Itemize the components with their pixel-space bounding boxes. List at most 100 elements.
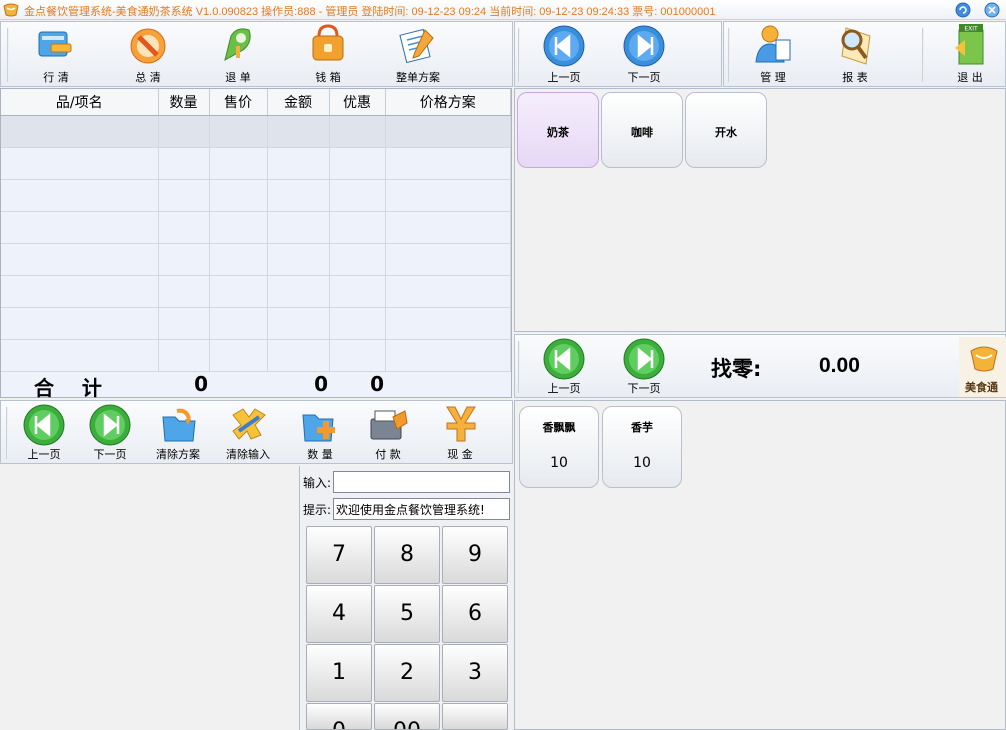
totals-quantity: 0 <box>194 372 208 396</box>
totals-amount: 0 <box>314 372 328 396</box>
table-row[interactable] <box>1 211 511 244</box>
admin-toolbar: 管 理 报 表 EXIT 退 出 <box>723 21 1006 87</box>
category-prev-page-label: 上一页 <box>547 71 581 84</box>
table-row[interactable] <box>1 243 511 276</box>
keypad-key-6[interactable]: 6 <box>442 585 508 643</box>
product-tile[interactable]: 香芋 10 <box>602 406 682 488</box>
keypad-key-5[interactable]: 5 <box>374 585 440 643</box>
manage-button[interactable]: 管 理 <box>738 22 808 86</box>
table-row[interactable] <box>1 307 511 340</box>
page-toolbar: 上一页 下一页 <box>514 21 722 87</box>
category-tile-hot-water[interactable]: 开水 <box>685 92 767 168</box>
main-toolbar: 行 清 总 清 退 单 钱 箱 整单方案 <box>0 21 513 87</box>
table-row[interactable] <box>1 115 511 148</box>
clear-row-label: 行 清 <box>43 71 69 84</box>
quantity-label: 数 量 <box>307 448 333 461</box>
clear-input-button[interactable]: 清除输入 <box>213 401 283 463</box>
refund-button[interactable]: 退 单 <box>203 22 273 86</box>
quantity-button[interactable]: 数 量 <box>285 401 355 463</box>
notes-area <box>0 466 300 730</box>
product-tile[interactable]: 香飘飘 10 <box>519 406 599 488</box>
input-panel: 输入: 提示: 欢迎使用金点餐饮管理系统! 7 8 9 4 5 6 1 2 3 … <box>301 466 513 730</box>
cash-button[interactable]: 现 金 <box>425 401 495 463</box>
clear-input-label: 清除输入 <box>226 448 270 461</box>
toolbar-separator <box>518 28 520 82</box>
hint-field: 欢迎使用金点餐饮管理系统! <box>333 498 510 520</box>
report-magnifier-icon <box>841 27 871 65</box>
totals-row: 合 计 0 0 0 <box>0 370 512 400</box>
table-row[interactable] <box>1 275 511 308</box>
category-prev-page-button[interactable]: 上一页 <box>529 22 599 86</box>
order-plan-button[interactable]: 整单方案 <box>383 22 453 86</box>
keypad-key-8[interactable]: 8 <box>374 526 440 584</box>
table-row[interactable] <box>1 339 511 372</box>
cash-drawer-icon <box>312 24 344 61</box>
payment-button[interactable]: 付 款 <box>353 401 423 463</box>
cash-drawer-label: 钱 箱 <box>315 71 341 84</box>
category-next-page-label: 下一页 <box>627 71 661 84</box>
change-value: 0.00 <box>819 354 860 377</box>
product-price: 10 <box>550 455 568 471</box>
prev-page-icon <box>543 338 585 380</box>
order-grid: 品/项名 数量 售价 金额 优惠 价格方案 <box>1 89 511 372</box>
keypad-key-0[interactable]: 0 <box>306 703 372 730</box>
bottom-next-page-button[interactable]: 下一页 <box>75 401 145 463</box>
category-tile-milk-tea[interactable]: 奶茶 <box>517 92 599 168</box>
keypad-key-3[interactable]: 3 <box>442 644 508 702</box>
clear-plan-button[interactable]: 清除方案 <box>143 401 213 463</box>
keypad-key-9[interactable]: 9 <box>442 526 508 584</box>
product-prev-page-button[interactable]: 上一页 <box>529 335 599 397</box>
keypad-key-1[interactable]: 1 <box>306 644 372 702</box>
category-tile-label: 开水 <box>715 126 737 139</box>
keypad-key-4[interactable]: 4 <box>306 585 372 643</box>
column-header-amount[interactable]: 金额 <box>267 89 330 116</box>
bottom-prev-page-button[interactable]: 上一页 <box>9 401 79 463</box>
bottom-toolbar: 上一页 下一页 清除方案 清除输入 数 量 付 款 现 金 <box>0 400 513 464</box>
brand-logo: 美食通 <box>959 337 1006 397</box>
help-icon[interactable] <box>955 2 971 18</box>
clear-plan-label: 清除方案 <box>156 448 200 461</box>
table-row[interactable] <box>1 179 511 212</box>
toolbar-separator <box>922 28 924 82</box>
keypad-key-00[interactable]: 00 <box>374 703 440 730</box>
product-next-page-button[interactable]: 下一页 <box>609 335 679 397</box>
change-label: 找零: <box>711 357 762 381</box>
clear-row-button[interactable]: 行 清 <box>21 22 91 86</box>
category-tile-label: 咖啡 <box>631 126 653 139</box>
cash-drawer-button[interactable]: 钱 箱 <box>293 22 363 86</box>
category-tile-coffee[interactable]: 咖啡 <box>601 92 683 168</box>
keypad-key-2[interactable]: 2 <box>374 644 440 702</box>
next-page-icon <box>623 25 665 67</box>
amount-input[interactable] <box>333 471 510 493</box>
keypad-key-7[interactable]: 7 <box>306 526 372 584</box>
column-header-price[interactable]: 售价 <box>209 89 268 116</box>
column-header-quantity[interactable]: 数量 <box>158 89 210 116</box>
bottom-next-page-label: 下一页 <box>93 448 127 461</box>
totals-discount: 0 <box>370 372 384 396</box>
bottom-prev-page-label: 上一页 <box>27 448 61 461</box>
column-header-item-name[interactable]: 品/项名 <box>1 89 159 116</box>
clear-all-icon <box>130 28 166 64</box>
hint-label: 提示: <box>303 503 332 517</box>
cash-yen-icon <box>446 406 476 442</box>
clear-plan-icon <box>162 408 196 442</box>
exit-button[interactable]: EXIT 退 出 <box>935 22 1005 86</box>
clear-input-icon <box>232 408 266 440</box>
window-title: 金点餐饮管理系统-美食通奶茶系统 V1.0.090823 操作员:888 - 管… <box>24 6 716 18</box>
category-panel: 奶茶 咖啡 开水 <box>514 88 1006 332</box>
column-header-discount[interactable]: 优惠 <box>329 89 386 116</box>
product-prev-page-label: 上一页 <box>547 382 581 395</box>
column-header-price-plan[interactable]: 价格方案 <box>385 89 511 116</box>
payment-icon <box>370 410 408 440</box>
toolbar-separator <box>518 341 520 393</box>
product-price: 10 <box>633 455 651 471</box>
toolbar-separator <box>728 28 730 82</box>
keypad-key-decimal[interactable]: . <box>442 703 508 730</box>
product-name: 香飘飘 <box>542 421 576 434</box>
clear-row-icon <box>38 31 72 57</box>
close-icon[interactable] <box>984 2 1000 18</box>
report-button[interactable]: 报 表 <box>820 22 890 86</box>
table-row[interactable] <box>1 147 511 180</box>
category-next-page-button[interactable]: 下一页 <box>609 22 679 86</box>
clear-all-button[interactable]: 总 清 <box>113 22 183 86</box>
